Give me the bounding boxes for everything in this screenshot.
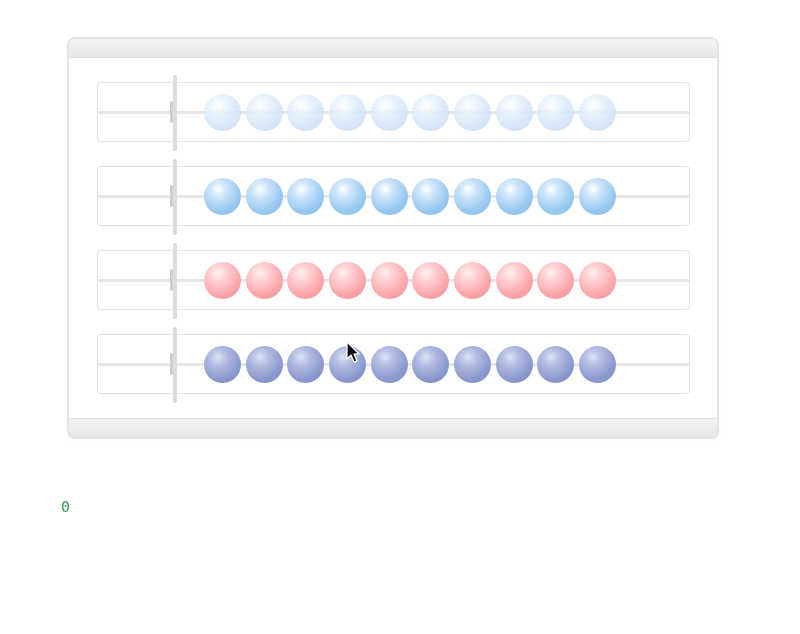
abacus-app: 0 — [0, 0, 800, 634]
bead[interactable] — [412, 94, 449, 131]
divider-nub — [170, 353, 173, 375]
abacus-total-value: 0 — [61, 498, 71, 516]
bead[interactable] — [537, 262, 574, 299]
bead[interactable] — [537, 94, 574, 131]
rod-divider — [173, 327, 177, 403]
bead[interactable] — [412, 262, 449, 299]
bead[interactable] — [287, 346, 324, 383]
bead[interactable] — [204, 94, 241, 131]
bead[interactable] — [329, 262, 366, 299]
frame-bottom-bar — [69, 418, 717, 437]
bead[interactable] — [371, 346, 408, 383]
bead[interactable] — [287, 94, 324, 131]
rod-divider — [173, 75, 177, 151]
bead[interactable] — [454, 94, 491, 131]
divider-nub — [170, 101, 173, 123]
bead[interactable] — [579, 346, 616, 383]
bead[interactable] — [287, 178, 324, 215]
bead[interactable] — [246, 346, 283, 383]
bead[interactable] — [329, 94, 366, 131]
bead[interactable] — [371, 262, 408, 299]
bead[interactable] — [204, 262, 241, 299]
bead[interactable] — [412, 178, 449, 215]
bead[interactable] — [579, 178, 616, 215]
bead[interactable] — [537, 178, 574, 215]
bead[interactable] — [329, 178, 366, 215]
abacus-row-2 — [97, 159, 690, 235]
frame-top-bar — [69, 39, 717, 58]
divider-nub — [170, 185, 173, 207]
bead[interactable] — [579, 94, 616, 131]
rod-divider — [173, 243, 177, 319]
bead[interactable] — [287, 262, 324, 299]
abacus-row-3 — [97, 243, 690, 319]
bead[interactable] — [246, 94, 283, 131]
bead[interactable] — [496, 94, 533, 131]
abacus-row-4 — [97, 327, 690, 403]
bead[interactable] — [412, 346, 449, 383]
bead[interactable] — [454, 178, 491, 215]
bead[interactable] — [454, 346, 491, 383]
abacus-row-1 — [97, 75, 690, 151]
bead[interactable] — [496, 346, 533, 383]
bead[interactable] — [371, 94, 408, 131]
bead[interactable] — [204, 178, 241, 215]
bead[interactable] — [496, 262, 533, 299]
bead[interactable] — [371, 178, 408, 215]
bead[interactable] — [454, 262, 491, 299]
rod-divider — [173, 159, 177, 235]
bead[interactable] — [246, 178, 283, 215]
bead[interactable] — [537, 346, 574, 383]
bead[interactable] — [579, 262, 616, 299]
bead[interactable] — [246, 262, 283, 299]
bead[interactable] — [496, 178, 533, 215]
arrow-cursor-icon — [346, 341, 360, 363]
bead[interactable] — [204, 346, 241, 383]
divider-nub — [170, 269, 173, 291]
